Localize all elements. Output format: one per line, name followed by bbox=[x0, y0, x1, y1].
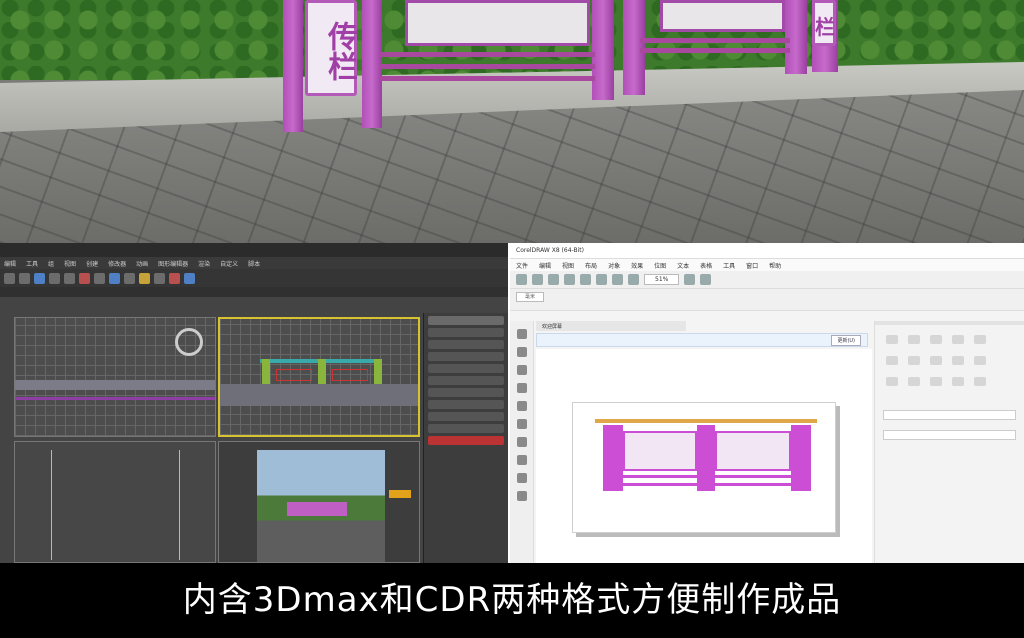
eyedropper-icon[interactable] bbox=[516, 491, 527, 501]
material-icon[interactable] bbox=[139, 272, 150, 284]
cdr-menu-item[interactable]: 工具 bbox=[723, 261, 735, 270]
billboard-rail bbox=[380, 76, 595, 81]
redo-icon[interactable] bbox=[596, 274, 607, 285]
billboard-rail bbox=[380, 64, 595, 69]
cdr-menubar: 文件 编辑 视图 布局 对象 效果 位图 文本 表格 工具 窗口 帮助 bbox=[510, 259, 1024, 271]
new-file-icon[interactable] bbox=[516, 274, 527, 285]
rotate-icon[interactable] bbox=[64, 272, 75, 284]
billboard-post bbox=[592, 0, 614, 100]
viewport-top[interactable] bbox=[14, 317, 216, 437]
max-menu-item[interactable]: 工具 bbox=[26, 259, 38, 268]
max-menu-item[interactable]: 编辑 bbox=[4, 259, 16, 268]
cdr-info-bar: 更新(U) bbox=[536, 333, 868, 347]
select-icon[interactable] bbox=[34, 272, 45, 284]
fill-tool-icon[interactable] bbox=[516, 473, 527, 483]
max-menu-item[interactable]: 图形编辑器 bbox=[158, 259, 188, 268]
caption: 内含3Dmax和CDR两种格式方便制作成品 bbox=[0, 563, 1024, 638]
cdr-menu-item[interactable]: 表格 bbox=[700, 261, 712, 270]
max-menubar: 编辑 工具 组 视图 创建 修改器 动画 图形编辑器 渲染 自定义 脚本 bbox=[0, 257, 508, 269]
viewport-perspective[interactable] bbox=[218, 441, 420, 563]
cdr-titlebar: CorelDRAW X8 (64-Bit) bbox=[510, 243, 1024, 259]
open-icon[interactable] bbox=[532, 274, 543, 285]
cdr-menu-item[interactable]: 文本 bbox=[677, 261, 689, 270]
billboard-post bbox=[283, 0, 303, 132]
print-icon[interactable] bbox=[564, 274, 575, 285]
update-button[interactable]: 更新(U) bbox=[831, 334, 861, 346]
cdr-menu-item[interactable]: 位图 bbox=[654, 261, 666, 270]
render-icon[interactable] bbox=[169, 272, 180, 284]
cdr-window: CorelDRAW X8 (64-Bit) 文件 编辑 视图 布局 对象 效果 … bbox=[510, 243, 1024, 563]
cdr-menu-item[interactable]: 编辑 bbox=[539, 261, 551, 270]
ellipse-tool-icon[interactable] bbox=[516, 437, 527, 447]
rectangle-tool-icon[interactable] bbox=[516, 419, 527, 429]
scale-icon[interactable] bbox=[79, 272, 90, 284]
mirror-icon[interactable] bbox=[109, 272, 120, 284]
billboard-rail bbox=[380, 52, 595, 57]
max-toolbar bbox=[0, 269, 508, 287]
cdr-page bbox=[572, 402, 836, 533]
billboard-panel bbox=[660, 0, 785, 32]
crop-tool-icon[interactable] bbox=[516, 365, 527, 375]
zoom-select[interactable]: 51% bbox=[644, 274, 680, 285]
tab-document[interactable]: 欢迎屏幕 bbox=[536, 321, 686, 331]
max-menu-item[interactable]: 修改器 bbox=[108, 259, 126, 268]
teapot-icon[interactable] bbox=[184, 272, 195, 284]
redo-icon[interactable] bbox=[19, 272, 30, 284]
cdr-menu-item[interactable]: 帮助 bbox=[769, 261, 781, 270]
cdr-menu-item[interactable]: 对象 bbox=[608, 261, 620, 270]
sign-right: 栏 bbox=[812, 0, 836, 46]
undo-icon[interactable] bbox=[580, 274, 591, 285]
cdr-menu-item[interactable]: 布局 bbox=[585, 261, 597, 270]
cdr-menu-item[interactable]: 窗口 bbox=[746, 261, 758, 270]
zoom-tool-icon[interactable] bbox=[516, 383, 527, 393]
max-menu-item[interactable]: 脚本 bbox=[248, 259, 260, 268]
max-menu-item[interactable]: 动画 bbox=[136, 259, 148, 268]
snap-icon[interactable] bbox=[94, 272, 105, 284]
viewport-left[interactable] bbox=[14, 441, 216, 563]
max-titlebar bbox=[0, 243, 508, 257]
max-menu-item[interactable]: 创建 bbox=[86, 259, 98, 268]
sign-left: 传栏 bbox=[305, 0, 357, 96]
billboard-panel bbox=[405, 0, 590, 46]
shape-tool-icon[interactable] bbox=[516, 347, 527, 357]
pick-tool-icon[interactable] bbox=[516, 329, 527, 339]
cdr-property-bar: 毫米 bbox=[510, 289, 1024, 311]
units-select[interactable]: 毫米 bbox=[516, 292, 545, 302]
undo-icon[interactable] bbox=[4, 272, 15, 284]
max-menu-item[interactable]: 视图 bbox=[64, 259, 76, 268]
cdr-toolbar: 51% bbox=[510, 271, 1024, 289]
save-icon[interactable] bbox=[548, 274, 559, 285]
cdr-menu-item[interactable]: 效果 bbox=[631, 261, 643, 270]
render-preview: 传栏 栏 bbox=[0, 0, 1024, 243]
export-icon[interactable] bbox=[628, 274, 639, 285]
billboard-post bbox=[362, 0, 382, 128]
move-icon[interactable] bbox=[49, 272, 60, 284]
options-icon[interactable] bbox=[700, 274, 712, 285]
text-tool-icon[interactable] bbox=[516, 455, 527, 465]
billboard-rail bbox=[640, 38, 790, 43]
max-ribbon bbox=[0, 287, 508, 297]
max-command-panel bbox=[423, 313, 508, 563]
billboard-rail bbox=[640, 48, 790, 53]
max-menu-item[interactable]: 自定义 bbox=[220, 259, 238, 268]
billboard-post bbox=[785, 0, 807, 74]
cdr-docker bbox=[874, 321, 1024, 563]
snap-icon[interactable] bbox=[684, 274, 696, 285]
freehand-tool-icon[interactable] bbox=[516, 401, 527, 411]
max-menu-item[interactable]: 渲染 bbox=[198, 259, 210, 268]
cdr-toolbox bbox=[510, 321, 534, 563]
viewport-front[interactable] bbox=[218, 317, 420, 437]
import-icon[interactable] bbox=[612, 274, 623, 285]
max-menu-item[interactable]: 组 bbox=[48, 259, 54, 268]
cdr-canvas[interactable] bbox=[536, 349, 872, 563]
cdr-menu-item[interactable]: 视图 bbox=[562, 261, 574, 270]
render-setup-icon[interactable] bbox=[154, 272, 165, 284]
cdr-menu-item[interactable]: 文件 bbox=[516, 261, 528, 270]
max-window: 编辑 工具 组 视图 创建 修改器 动画 图形编辑器 渲染 自定义 脚本 bbox=[0, 243, 508, 563]
align-icon[interactable] bbox=[124, 272, 135, 284]
